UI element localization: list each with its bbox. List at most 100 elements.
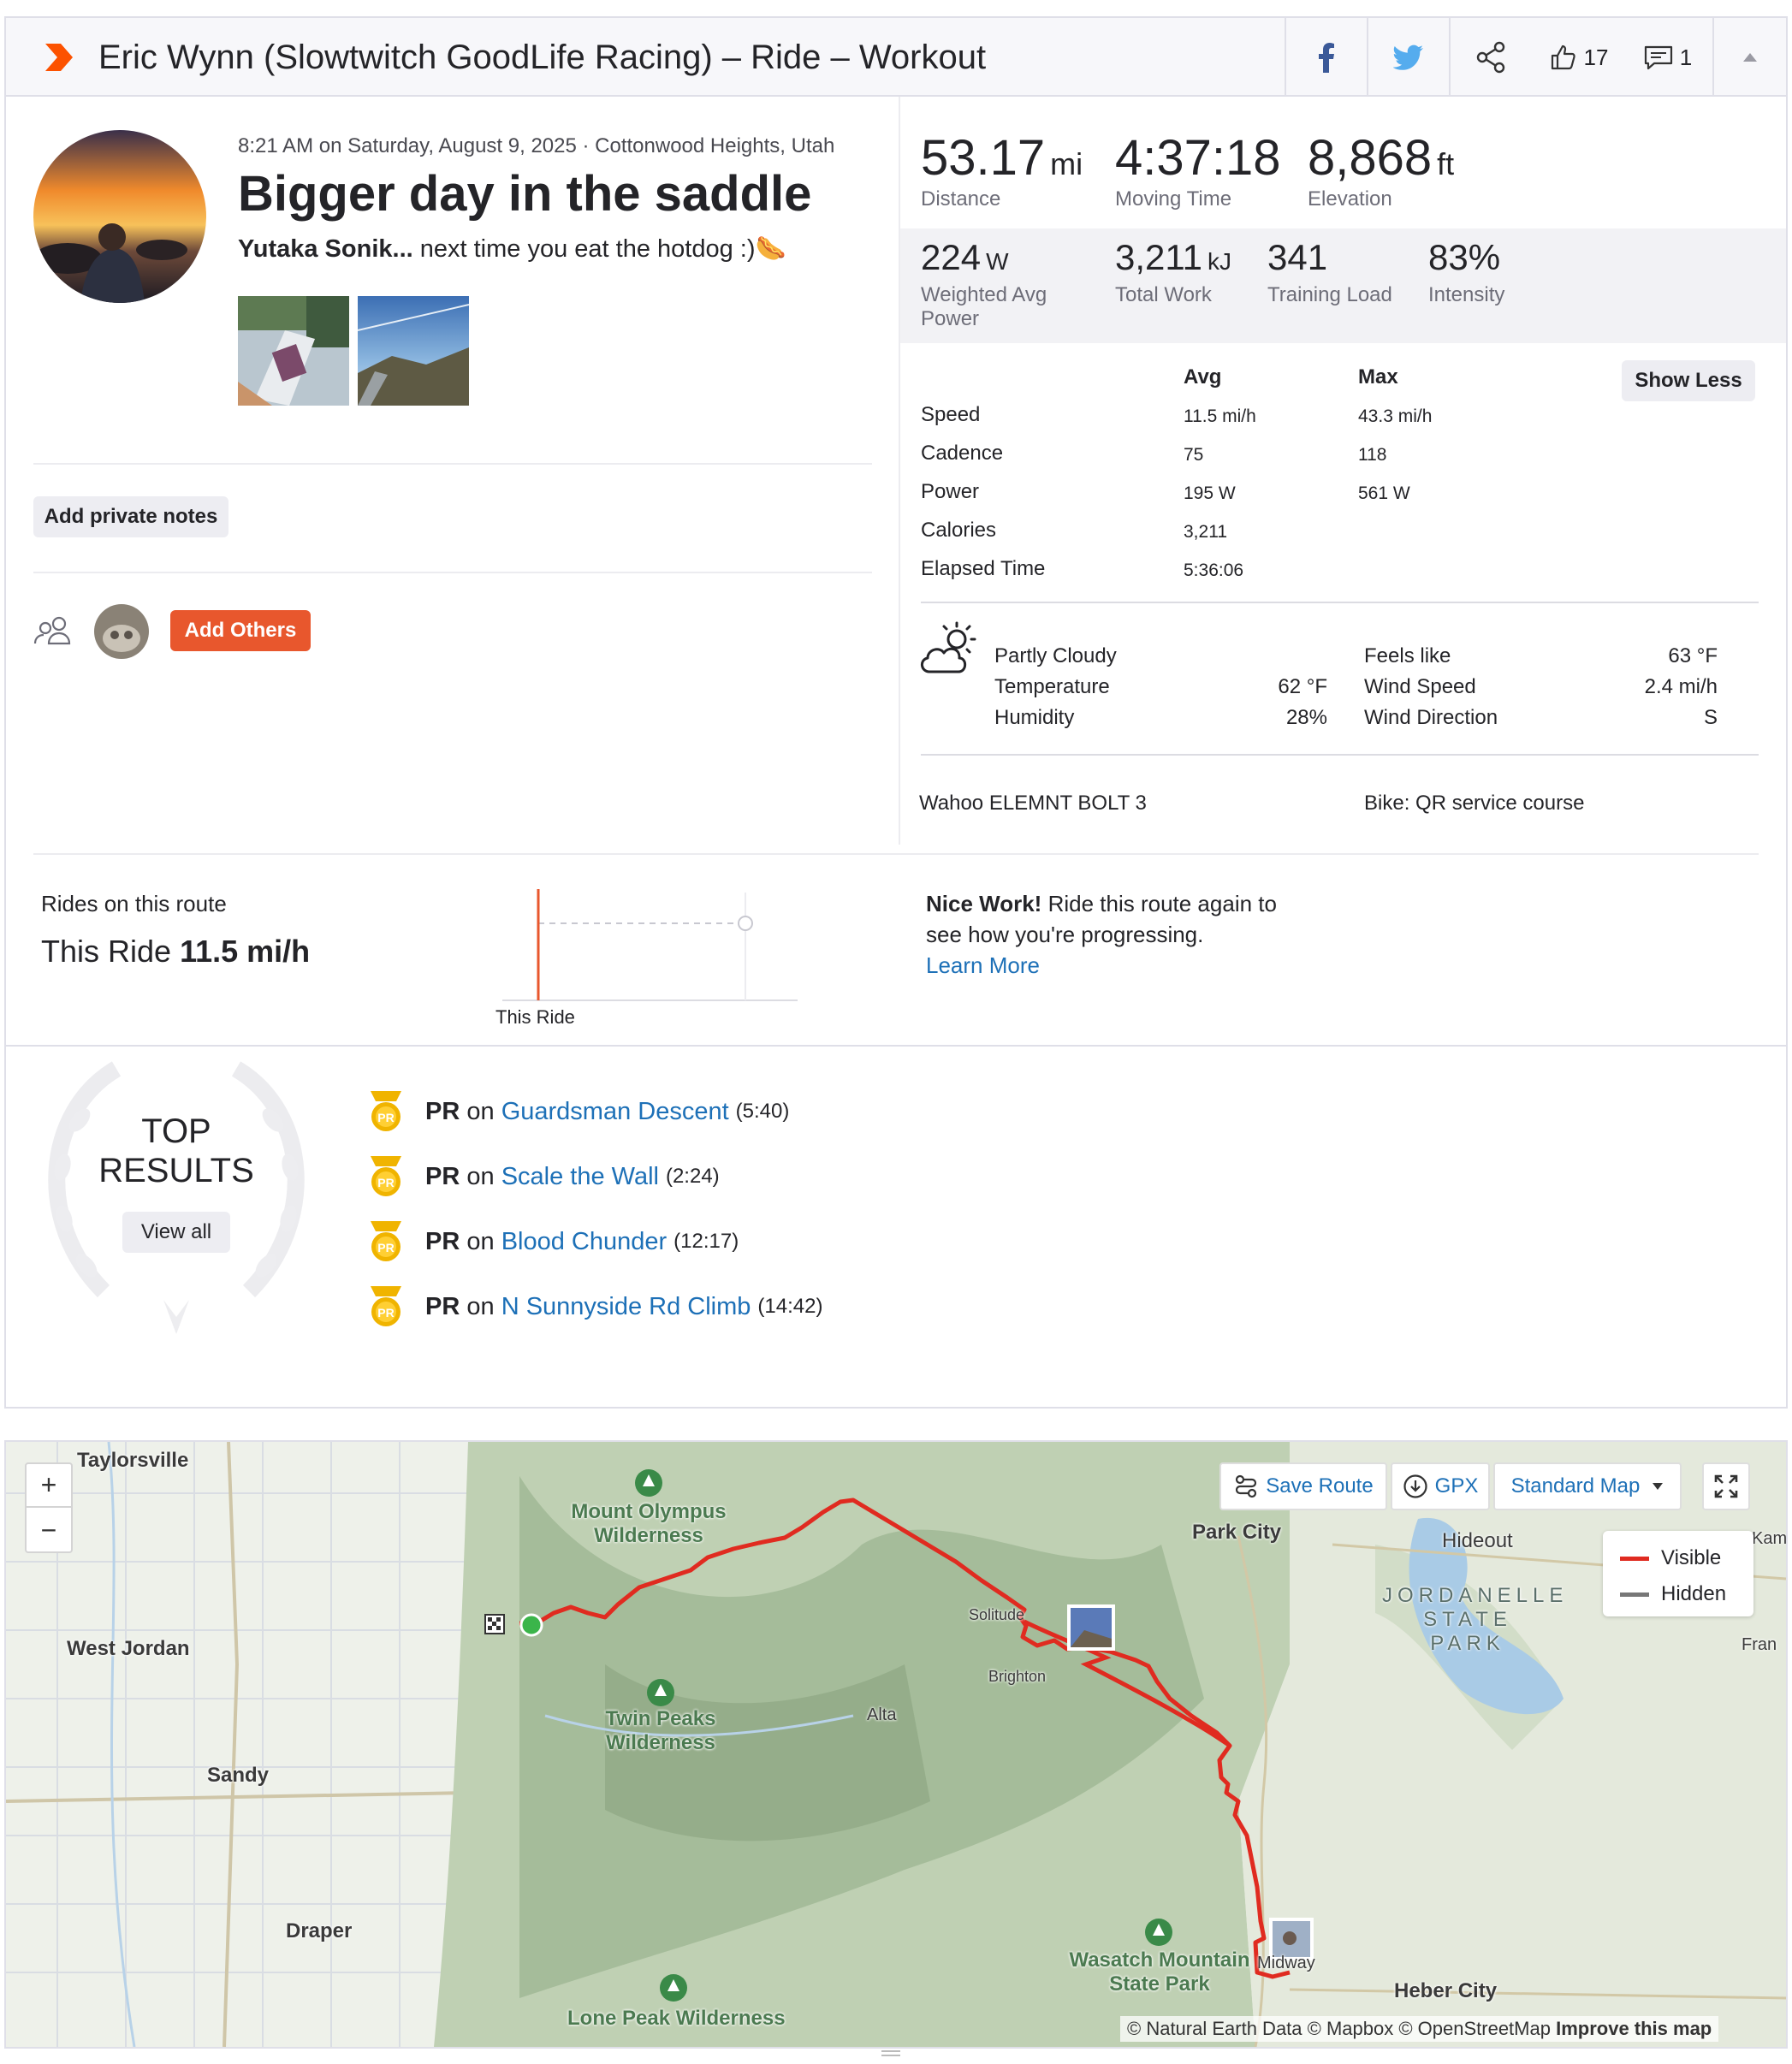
divider xyxy=(33,463,872,465)
nice-work-text: Nice Work! Ride this route again to xyxy=(926,891,1277,916)
details-avg-header: Avg xyxy=(1184,365,1222,388)
stat-intensity-value: 83% xyxy=(1428,237,1501,277)
details-label: Calories xyxy=(921,519,997,542)
bike-name[interactable]: Bike: QR service course xyxy=(1364,792,1584,816)
map-place-label: Taylorsville xyxy=(77,1449,189,1472)
stat-weighted-power-label: Weighted Avg xyxy=(921,283,1047,306)
stat-total-work-label: Total Work xyxy=(1115,283,1212,306)
activity-photo-1[interactable] xyxy=(238,296,349,406)
save-route-label: Save Route xyxy=(1266,1474,1374,1498)
legend-visible-label: Visible xyxy=(1661,1546,1722,1569)
stat-moving-time-label: Moving Time xyxy=(1115,187,1232,211)
collapse-button[interactable] xyxy=(1712,18,1786,97)
zoom-out-button[interactable]: − xyxy=(27,1509,71,1551)
show-less-button[interactable]: Show Less xyxy=(1622,360,1755,401)
divider xyxy=(921,754,1759,756)
stat-weighted-power-value: 224 W xyxy=(921,237,1009,277)
kudos-count: 17 xyxy=(1583,44,1609,70)
add-private-notes-button[interactable]: Add private notes xyxy=(33,496,228,537)
map-place-label: Midway xyxy=(1257,1954,1315,1972)
weather-humidity-label: Humidity xyxy=(994,706,1075,729)
weather-wind-speed-value: 2.4 mi/h xyxy=(1644,675,1718,698)
legend-hidden-swatch xyxy=(1620,1592,1649,1597)
segment-link[interactable]: Blood Chunder xyxy=(501,1228,667,1256)
divider xyxy=(33,853,1759,855)
svg-text:PR: PR xyxy=(377,1111,394,1124)
group-member-avatar[interactable] xyxy=(94,604,149,659)
fullscreen-icon xyxy=(1714,1474,1738,1498)
twitter-icon xyxy=(1393,44,1423,70)
details-avg: 11.5 mi/h xyxy=(1184,406,1256,426)
pr-medal-icon: PR xyxy=(371,1221,401,1261)
route-comparison-chart xyxy=(502,889,798,1001)
map-place-label: Fran xyxy=(1742,1635,1777,1654)
facebook-share-button[interactable] xyxy=(1285,18,1367,97)
download-icon xyxy=(1403,1474,1427,1498)
twitter-share-button[interactable] xyxy=(1367,18,1449,97)
caret-up-icon xyxy=(1743,53,1757,62)
details-max: 43.3 mi/h xyxy=(1358,406,1433,426)
weather-wind-speed-label: Wind Speed xyxy=(1364,675,1476,698)
svg-text:PR: PR xyxy=(377,1306,394,1320)
segment-link[interactable]: Guardsman Descent xyxy=(501,1098,729,1126)
map-type-label: Standard Map xyxy=(1510,1474,1641,1498)
view-all-button[interactable]: View all xyxy=(122,1212,230,1253)
stat-moving-time-value: 4:37:18 xyxy=(1115,130,1281,186)
weather-feels-label: Feels like xyxy=(1364,644,1451,667)
fullscreen-button[interactable] xyxy=(1702,1462,1750,1510)
activity-photo-2[interactable] xyxy=(358,296,469,406)
route-this-ride-speed: 11.5 mi/h xyxy=(180,934,311,969)
stat-weighted-power-label-2: Power xyxy=(921,307,980,330)
stat-intensity-label: Intensity xyxy=(1428,283,1505,306)
segment-link[interactable]: N Sunnyside Rd Climb xyxy=(501,1293,751,1321)
athlete-avatar[interactable] xyxy=(33,130,206,303)
details-label: Cadence xyxy=(921,442,1004,465)
learn-more-link[interactable]: Learn More xyxy=(926,952,1040,979)
column-divider xyxy=(899,97,900,845)
map-place-label: Draper xyxy=(286,1919,353,1942)
nice-work-text-2: see how you're progressing. xyxy=(926,922,1204,947)
map-area-label: Twin Peaks Wilderness xyxy=(605,1707,716,1754)
share-button[interactable] xyxy=(1449,18,1531,97)
map-area-label: Mount Olympus Wilderness xyxy=(571,1500,727,1547)
stat-distance-value: 53.17 mi xyxy=(921,130,1083,186)
segment-link[interactable]: Scale the Wall xyxy=(501,1163,659,1191)
improve-map-link[interactable]: Improve this map xyxy=(1556,2018,1712,2039)
map-type-select[interactable]: Standard Map xyxy=(1493,1462,1682,1510)
gpx-label: GPX xyxy=(1434,1474,1479,1498)
route-legend: Visible Hidden xyxy=(1603,1531,1753,1616)
map-place-label: Heber City xyxy=(1394,1979,1498,2002)
save-route-button[interactable]: Save Route xyxy=(1219,1462,1387,1510)
resize-handle[interactable] xyxy=(881,2050,900,2059)
gpx-download-button[interactable]: GPX xyxy=(1391,1462,1490,1510)
details-max: 561 W xyxy=(1358,483,1410,503)
comment-count: 1 xyxy=(1679,44,1693,70)
kudos-button[interactable]: 17 xyxy=(1531,18,1627,97)
divider xyxy=(921,602,1759,603)
map-place-label: Park City xyxy=(1192,1521,1282,1544)
divider xyxy=(6,1045,1786,1047)
caret-down-icon xyxy=(1653,1483,1664,1490)
facebook-icon xyxy=(1319,43,1334,73)
details-label: Speed xyxy=(921,403,981,426)
pr-medal-icon: PR xyxy=(371,1091,401,1131)
activity-title: Bigger day in the saddle xyxy=(238,166,812,222)
comment-button[interactable]: 1 xyxy=(1627,18,1709,97)
svg-text:PR: PR xyxy=(377,1241,394,1254)
stat-total-work-value: 3,211 kJ xyxy=(1115,237,1231,277)
add-others-button[interactable]: Add Others xyxy=(170,610,311,651)
comment-icon xyxy=(1644,45,1672,70)
map-place-label: West Jordan xyxy=(67,1637,190,1660)
map-place-label: Sandy xyxy=(207,1764,270,1787)
weather-temperature-label: Temperature xyxy=(994,675,1110,698)
zoom-in-button[interactable]: + xyxy=(27,1464,71,1508)
pr-result-item: PR PR on Guardsman Descent (5:40) xyxy=(365,1089,789,1134)
details-avg: 5:36:06 xyxy=(1184,560,1244,580)
activity-header-title: Eric Wynn (Slowtwitch GoodLife Racing) –… xyxy=(98,39,987,76)
weather-wind-direction-label: Wind Direction xyxy=(1364,706,1498,729)
map-place-label: Kam xyxy=(1752,1529,1788,1548)
partly-cloudy-icon xyxy=(921,621,976,673)
route-map[interactable]: Taylorsville West Jordan Sandy Draper Pa… xyxy=(4,1440,1788,2049)
mentioned-athlete[interactable]: Yutaka Sonik... xyxy=(238,235,413,263)
map-canvas xyxy=(6,1442,1786,2047)
